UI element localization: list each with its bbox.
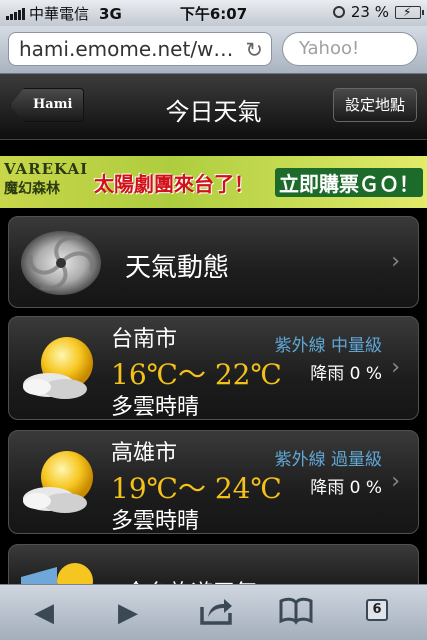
weather-condition: 多雲時晴 xyxy=(111,509,200,534)
typhoon-icon xyxy=(21,231,101,295)
reload-icon[interactable]: ↻ xyxy=(245,38,263,62)
banner-logo-line2: 魔幻森林 xyxy=(4,181,60,197)
bookmarks-icon[interactable] xyxy=(274,595,318,631)
status-right: 23 % ⚡ xyxy=(332,3,424,21)
temperature-range: 19℃～ 24℃ xyxy=(111,472,282,505)
tabs-count: 6 xyxy=(366,599,388,621)
ad-banner[interactable]: VAREKAI 魔幻森林 太陽劇團來台了！ 立即購票ＧＯ！ xyxy=(0,156,427,208)
uv-index: 紫外線 過量級 xyxy=(274,450,382,470)
battery-percent: 23 % xyxy=(350,3,389,21)
chevron-right-icon: › xyxy=(391,469,400,494)
back-arrow-icon[interactable]: ◀ xyxy=(22,595,66,631)
city-name: 高雄市 xyxy=(111,441,178,466)
temperature-range: 16℃～ 22℃ xyxy=(111,358,282,391)
city-weather-item[interactable]: 台南市 16℃～ 22℃ 多雲時晴 紫外線 中量級 降雨 0 % › xyxy=(8,316,419,420)
city-name: 台南市 xyxy=(111,327,178,352)
set-location-button[interactable]: 設定地點 xyxy=(333,88,417,122)
share-arrow-svg xyxy=(200,599,232,625)
partly-cloudy-sun-icon xyxy=(23,337,93,399)
banner-logo-line1: VAREKAI xyxy=(4,160,89,178)
weather-condition: 多雲時晴 xyxy=(111,395,200,420)
search-field[interactable]: Yahoo! xyxy=(282,32,418,66)
weather-dynamics-item[interactable]: 天氣動態 › xyxy=(8,216,419,308)
url-field[interactable]: hami.emome.net/weat… ↻ xyxy=(8,32,272,66)
city-weather-item[interactable]: 高雄市 19℃～ 24℃ 多雲時晴 紫外線 過量級 降雨 0 % › xyxy=(8,430,419,534)
rain-chance: 降雨 0 % xyxy=(310,478,382,498)
rain-chance: 降雨 0 % xyxy=(310,364,382,384)
app-nav-bar: Hami 今日天氣 設定地點 xyxy=(0,74,427,140)
forward-arrow-icon[interactable]: ▶ xyxy=(106,595,150,631)
tabs-icon[interactable]: 6 xyxy=(358,595,402,631)
share-icon[interactable] xyxy=(194,595,238,631)
chevron-right-icon: › xyxy=(391,249,400,274)
banner-slogan: 太陽劇團來台了！ xyxy=(94,172,254,196)
alarm-clock-icon xyxy=(332,6,345,18)
battery-icon: ⚡ xyxy=(395,4,424,19)
weather-dynamics-label: 天氣動態 xyxy=(125,253,230,283)
browser-address-bar: hami.emome.net/weat… ↻ Yahoo! xyxy=(0,26,427,74)
open-book-svg xyxy=(279,597,313,625)
partly-cloudy-sun-icon xyxy=(23,451,93,513)
browser-toolbar: ◀ ▶ 6 xyxy=(0,584,427,640)
chevron-right-icon: › xyxy=(391,355,400,380)
uv-index: 紫外線 中量級 xyxy=(274,336,382,356)
charging-bolt-icon: ⚡ xyxy=(403,4,412,19)
url-text: hami.emome.net/weat… xyxy=(19,37,239,61)
status-bar: 中華電信 3G 下午6:07 23 % ⚡ xyxy=(0,0,427,26)
banner-logo: VAREKAI 魔幻森林 xyxy=(4,160,88,204)
banner-cta-button[interactable]: 立即購票ＧＯ！ xyxy=(275,168,423,197)
